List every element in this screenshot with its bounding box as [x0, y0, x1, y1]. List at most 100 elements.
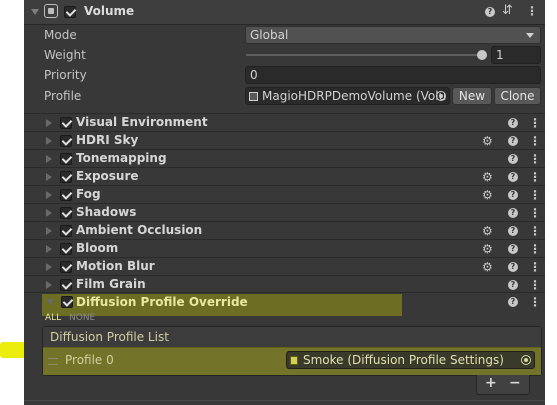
override-label: Ambient Occlusion [76, 223, 203, 237]
more-icon[interactable]: ⋮ [529, 279, 541, 291]
profile-item-field[interactable]: Smoke (Diffusion Profile Settings) [286, 351, 535, 369]
item-picker-icon[interactable] [521, 355, 531, 365]
override-checkbox[interactable] [60, 261, 72, 273]
none-toggle[interactable]: NONE [69, 313, 95, 323]
help-icon[interactable]: ? [485, 7, 495, 17]
override-checkbox[interactable] [60, 207, 72, 219]
foldout-arrow-icon[interactable] [46, 227, 52, 235]
profile-field[interactable]: MagioHDRPDemoVolume (Volu [245, 87, 450, 105]
help-icon[interactable]: ? [508, 190, 518, 200]
foldout-arrow-icon[interactable] [46, 173, 52, 181]
more-icon[interactable]: ⋮ [526, 5, 538, 17]
mode-dropdown[interactable]: Global [245, 26, 541, 44]
bottom-divider [24, 400, 545, 401]
override-row[interactable]: Tonemapping? ⋮ [24, 149, 545, 168]
divider [24, 292, 545, 293]
list-footer: + − [476, 375, 530, 395]
more-icon[interactable]: ⋮ [529, 261, 541, 273]
foldout-arrow-icon[interactable] [46, 137, 52, 145]
help-icon[interactable]: ? [508, 280, 518, 290]
additional-properties-icon[interactable]: ⚙ [482, 243, 493, 255]
more-icon[interactable]: ⋮ [529, 207, 541, 219]
override-checkbox[interactable] [60, 279, 72, 291]
override-checkbox[interactable] [60, 117, 72, 129]
diffusion-profile-icon [290, 356, 298, 365]
more-icon[interactable]: ⋮ [529, 153, 541, 165]
override-checkbox[interactable] [60, 243, 72, 255]
additional-properties-icon[interactable]: ⚙ [482, 225, 493, 237]
override-row[interactable]: Visual Environment? ⋮ [24, 113, 545, 132]
foldout-arrow-icon[interactable] [46, 191, 52, 199]
additional-properties-icon[interactable]: ⚙ [482, 135, 493, 147]
foldout-arrow-icon[interactable] [46, 119, 52, 127]
remove-item-button[interactable]: − [509, 375, 521, 391]
additional-properties-icon[interactable]: ⚙ [482, 189, 493, 201]
priority-input[interactable]: 0 [245, 66, 541, 84]
clone-profile-button[interactable]: Clone [494, 87, 541, 105]
override-label: Bloom [76, 241, 119, 255]
foldout-arrow-icon[interactable] [46, 155, 52, 163]
override-checkbox[interactable] [60, 153, 72, 165]
diffusion-foldout-arrow-icon[interactable] [46, 299, 54, 305]
override-row[interactable]: Exposure ⚙? ⋮ [24, 167, 545, 186]
help-icon[interactable]: ? [508, 118, 518, 128]
mode-value: Global [250, 28, 289, 42]
add-item-button[interactable]: + [485, 375, 497, 391]
foldout-arrow-icon[interactable] [46, 209, 52, 217]
component-header[interactable]: Volume ? ⇵ ⋮ [24, 0, 545, 25]
help-icon[interactable]: ? [508, 136, 518, 146]
profile-item-label: Profile 0 [65, 353, 114, 367]
diffusion-list-box: Diffusion Profile List Profile 0 Smoke (… [42, 326, 542, 376]
foldout-arrow-icon[interactable] [31, 9, 39, 15]
help-icon[interactable]: ? [508, 262, 518, 272]
foldout-arrow-icon[interactable] [46, 263, 52, 271]
weight-slider-track[interactable] [246, 54, 482, 56]
volume-component-icon [44, 4, 58, 18]
weight-input[interactable]: 1 [491, 46, 541, 64]
help-icon[interactable]: ? [508, 208, 518, 218]
more-icon[interactable]: ⋮ [529, 135, 541, 147]
diffusion-more-icon[interactable]: ⋮ [529, 296, 541, 308]
weight-slider-handle[interactable] [477, 50, 487, 60]
all-toggle[interactable]: ALL [45, 313, 61, 323]
profile-label: Profile [44, 89, 82, 103]
volume-profile-icon [249, 92, 258, 101]
diffusion-enabled-checkbox[interactable] [61, 296, 73, 308]
chevron-down-icon [526, 33, 534, 38]
override-label: Tonemapping [76, 151, 167, 165]
foldout-arrow-icon[interactable] [46, 281, 52, 289]
override-checkbox[interactable] [60, 171, 72, 183]
additional-properties-icon[interactable]: ⚙ [482, 171, 493, 183]
override-row[interactable]: HDRI Sky ⚙? ⋮ [24, 131, 545, 150]
override-row[interactable]: Fog ⚙? ⋮ [24, 185, 545, 204]
drag-handle-icon[interactable] [48, 358, 58, 365]
foldout-arrow-icon[interactable] [46, 245, 52, 253]
priority-label: Priority [44, 68, 87, 82]
override-row[interactable]: Bloom ⚙? ⋮ [24, 239, 545, 258]
more-icon[interactable]: ⋮ [529, 117, 541, 129]
more-icon[interactable]: ⋮ [529, 225, 541, 237]
help-icon[interactable]: ? [508, 172, 518, 182]
override-checkbox[interactable] [60, 135, 72, 147]
diffusion-list-title: Diffusion Profile List [50, 330, 169, 344]
more-icon[interactable]: ⋮ [529, 189, 541, 201]
help-icon[interactable]: ? [508, 244, 518, 254]
override-row[interactable]: Shadows? ⋮ [24, 203, 545, 222]
inspector-panel: Volume ? ⇵ ⋮ Mode Global Weight 1 Priori… [24, 0, 545, 405]
new-profile-button[interactable]: New [452, 87, 492, 105]
help-icon[interactable]: ? [508, 154, 518, 164]
diffusion-help-icon[interactable]: ? [508, 297, 518, 307]
override-row[interactable]: Ambient Occlusion ⚙? ⋮ [24, 221, 545, 240]
additional-properties-icon[interactable]: ⚙ [482, 261, 493, 273]
preset-icon[interactable]: ⇵ [502, 3, 513, 18]
override-checkbox[interactable] [60, 225, 72, 237]
help-icon[interactable]: ? [508, 226, 518, 236]
override-row[interactable]: Motion Blur ⚙? ⋮ [24, 257, 545, 276]
more-icon[interactable]: ⋮ [529, 171, 541, 183]
override-checkbox[interactable] [60, 189, 72, 201]
volume-enabled-checkbox[interactable] [64, 6, 76, 18]
diffusion-override-title: Diffusion Profile Override [76, 295, 248, 309]
more-icon[interactable]: ⋮ [529, 243, 541, 255]
object-picker-icon[interactable] [436, 91, 446, 101]
override-label: Fog [76, 187, 101, 201]
